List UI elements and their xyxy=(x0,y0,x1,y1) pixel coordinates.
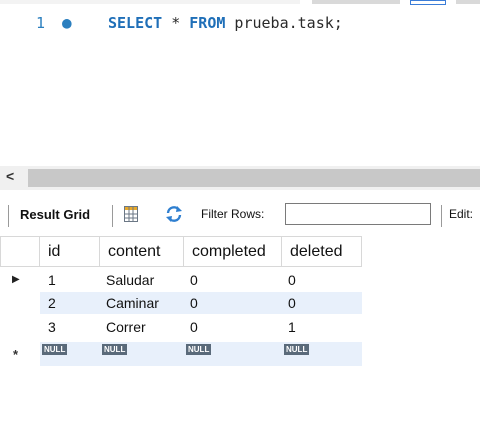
editor-line-1[interactable]: 1 ● SELECT * FROM prueba.task; xyxy=(0,12,480,34)
row-selector-header[interactable] xyxy=(0,237,40,267)
table-token: prueba.task; xyxy=(225,14,343,32)
refresh-icon[interactable] xyxy=(164,204,184,224)
null-badge[interactable]: NULL xyxy=(102,344,128,355)
keyword-from: FROM xyxy=(189,14,226,32)
statement-marker-icon: ● xyxy=(62,13,72,32)
scrollbar-thumb[interactable] xyxy=(28,169,480,187)
scroll-left-icon[interactable]: < xyxy=(6,168,14,184)
grid-header-row: id content completed deleted xyxy=(0,236,362,267)
cell-completed[interactable]: 0 xyxy=(186,292,198,314)
editor-top-strip xyxy=(0,0,480,6)
column-header-completed[interactable]: completed xyxy=(184,237,282,267)
column-header-deleted[interactable]: deleted xyxy=(282,237,362,267)
cell-id[interactable]: 2 xyxy=(44,292,56,314)
cell-content[interactable]: Caminar xyxy=(102,292,159,314)
null-badge[interactable]: NULL xyxy=(284,344,310,355)
toolbar-separator xyxy=(441,205,442,227)
table-row[interactable]: 3 Correr 0 1 xyxy=(0,316,362,338)
null-badge[interactable]: NULL xyxy=(186,344,212,355)
sql-query[interactable]: SELECT * FROM prueba.task; xyxy=(108,12,343,34)
edit-label: Edit: xyxy=(449,207,474,221)
toolbar-separator xyxy=(8,205,9,227)
current-row-icon: ▶ xyxy=(12,274,20,285)
cell-id[interactable]: 3 xyxy=(44,316,56,338)
new-row-marker-icon: * xyxy=(13,347,19,362)
star-token: * xyxy=(162,14,190,32)
filter-rows-label: Filter Rows: xyxy=(201,207,265,221)
cell-deleted[interactable]: 1 xyxy=(284,316,296,338)
editor-horizontal-scrollbar[interactable]: < xyxy=(0,166,480,190)
cell-deleted[interactable]: 0 xyxy=(284,292,296,314)
cell-deleted[interactable]: 0 xyxy=(284,269,296,291)
row-selector[interactable]: ▶ xyxy=(0,269,40,291)
null-badge[interactable]: NULL xyxy=(42,344,68,355)
cell-completed[interactable]: 0 xyxy=(186,316,198,338)
cell-content[interactable]: Saludar xyxy=(102,269,154,291)
cell-completed[interactable]: 0 xyxy=(186,269,198,291)
filter-rows-input[interactable] xyxy=(285,203,431,225)
cell-content[interactable]: Correr xyxy=(102,316,146,338)
sql-editor[interactable]: 1 ● SELECT * FROM prueba.task; xyxy=(0,0,480,166)
keyword-select: SELECT xyxy=(108,14,163,32)
grid-icon[interactable] xyxy=(124,206,138,222)
result-toolbar: Result Grid Filter Rows: Edit: xyxy=(0,192,480,240)
column-header-content[interactable]: content xyxy=(100,237,184,267)
toolbar-separator xyxy=(112,205,113,227)
table-row[interactable]: ▶ 1 Saludar 0 0 xyxy=(0,269,362,291)
new-row[interactable]: * NULL NULL NULL NULL xyxy=(0,342,362,366)
result-grid[interactable]: id content completed deleted ▶ 1 Saludar… xyxy=(0,236,480,429)
table-row-cells: 2 Caminar 0 0 xyxy=(0,292,362,314)
cell-id[interactable]: 1 xyxy=(44,269,56,291)
column-header-id[interactable]: id xyxy=(40,237,100,267)
result-grid-tab[interactable]: Result Grid xyxy=(20,207,90,222)
line-number: 1 xyxy=(36,14,46,32)
